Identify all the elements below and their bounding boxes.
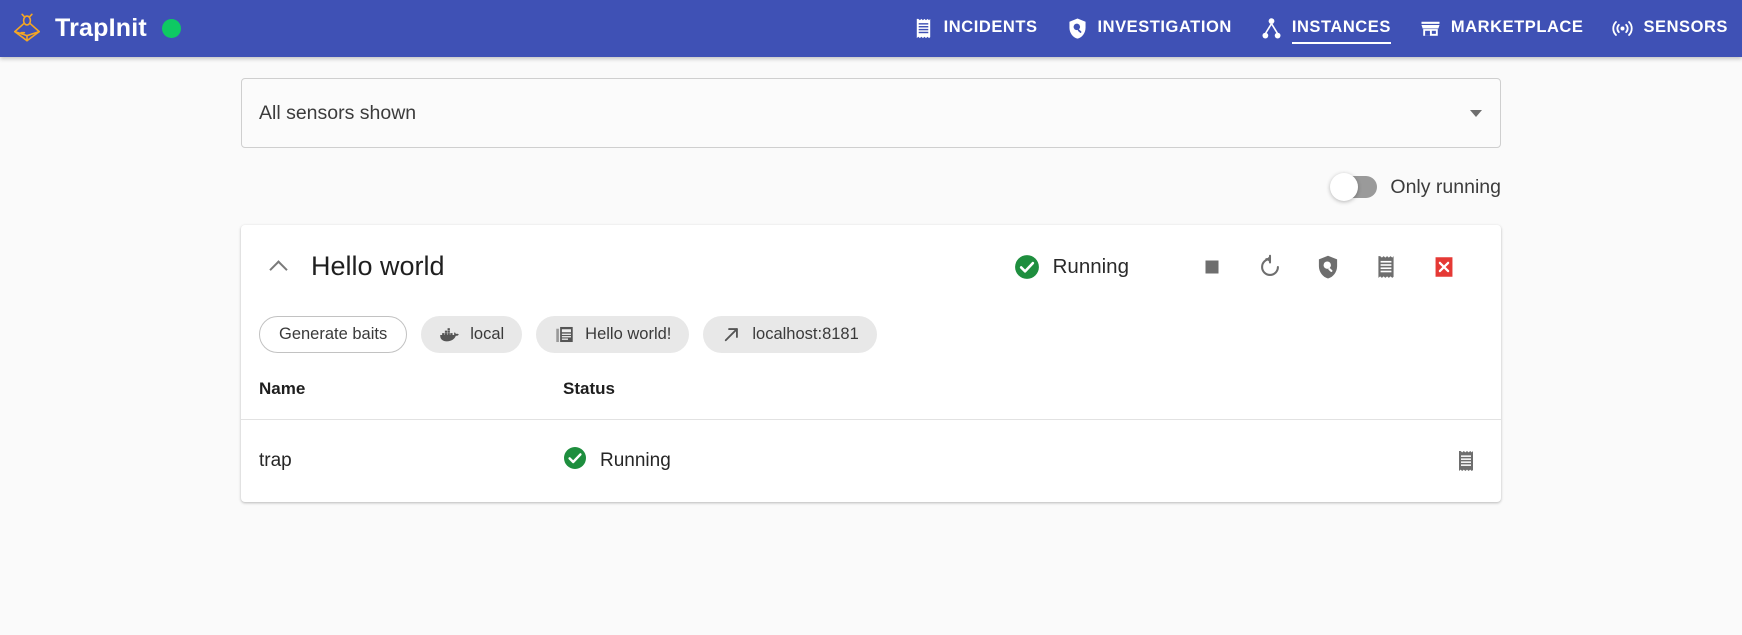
article-icon	[556, 326, 573, 343]
chip-label: Generate baits	[279, 325, 388, 343]
generate-baits-chip[interactable]: Generate baits	[259, 316, 408, 353]
endpoint-chip[interactable]: localhost:8181	[703, 316, 877, 353]
instance-card: Hello world Running Generate baits local…	[241, 225, 1501, 502]
stop-button[interactable]	[1199, 254, 1225, 280]
instance-chips: Generate baits local Hello world! localh…	[241, 304, 1501, 357]
account-tree-icon	[1260, 17, 1283, 40]
service-logs-button[interactable]	[1453, 448, 1479, 474]
nav-item-label: INVESTIGATION	[1097, 18, 1232, 36]
sensor-filter-select[interactable]: All sensors shown	[241, 78, 1501, 148]
column-header-name: Name	[241, 379, 563, 420]
cell-service-name: trap	[259, 450, 292, 471]
chevron-down-icon	[1470, 109, 1482, 117]
shield-search-icon	[1318, 255, 1338, 278]
restart-button[interactable]	[1257, 254, 1283, 280]
only-running-label: Only running	[1390, 175, 1501, 198]
nav-item-label: MARKETPLACE	[1450, 18, 1584, 36]
restart-icon	[1261, 254, 1279, 276]
table-header-row: Name Status	[241, 379, 1501, 420]
only-running-toggle[interactable]	[1330, 173, 1378, 201]
instance-status-badge: Running	[1014, 254, 1129, 280]
chevron-up-icon	[268, 259, 288, 279]
delete-icon	[1435, 256, 1453, 277]
instance-actions	[1199, 254, 1479, 280]
sensor-filter-value: All sensors shown	[259, 101, 417, 124]
instance-status-text: Running	[1052, 254, 1129, 278]
service-status-text: Running	[600, 450, 671, 471]
check-circle-icon	[563, 446, 587, 476]
delete-button[interactable]	[1431, 254, 1457, 280]
nav-item-sensors[interactable]: SENSORS	[1597, 0, 1742, 57]
stop-square-icon	[1205, 260, 1219, 273]
instance-header-right: Running	[1014, 254, 1479, 280]
brand[interactable]: TrapInit	[10, 12, 181, 46]
chip-label: localhost:8181	[752, 325, 859, 343]
nav-item-incidents[interactable]: INCIDENTS	[898, 0, 1052, 57]
page-body: All sensors shown Only running Hello wor…	[0, 57, 1742, 635]
logs-button[interactable]	[1373, 254, 1399, 280]
shield-search-icon	[1066, 17, 1089, 40]
receipt-icon	[912, 17, 935, 40]
column-header-status: Status	[563, 379, 1421, 420]
only-running-row: Only running	[241, 163, 1501, 211]
docker-whale-icon	[440, 328, 460, 342]
docker-context-chip[interactable]: local	[421, 316, 523, 353]
external-link-icon	[725, 328, 739, 342]
nav-item-investigation[interactable]: INVESTIGATION	[1052, 0, 1246, 57]
collapse-instance-button[interactable]	[263, 252, 293, 282]
table-row[interactable]: trap Running	[241, 420, 1501, 503]
chip-label: local	[470, 325, 505, 343]
storefront-icon	[1419, 17, 1442, 40]
app-header: TrapInit INCIDENTS INVESTIGATION INSTANC…	[0, 0, 1742, 57]
nav-item-marketplace[interactable]: MARKETPLACE	[1405, 0, 1598, 57]
nav-item-label: INSTANCES	[1291, 18, 1391, 44]
toggle-knob	[1330, 173, 1359, 201]
nav-item-instances[interactable]: INSTANCES	[1246, 0, 1405, 57]
cell-service-status: Running	[563, 420, 1421, 503]
receipt-icon	[1378, 255, 1394, 278]
instance-services-table: Name Status trap Running	[241, 379, 1501, 502]
nav-item-label: INCIDENTS	[943, 18, 1038, 36]
chip-label: Hello world!	[585, 325, 672, 343]
main-nav: INCIDENTS INVESTIGATION INSTANCES MARKET…	[898, 0, 1742, 57]
receipt-icon	[1459, 451, 1473, 471]
brand-name: TrapInit	[55, 14, 147, 42]
cell-service-actions	[1421, 420, 1501, 503]
description-chip[interactable]: Hello world!	[536, 316, 690, 353]
investigation-button[interactable]	[1315, 254, 1341, 280]
column-header-actions	[1421, 379, 1501, 420]
check-circle-icon	[1014, 254, 1040, 280]
online-status-dot	[161, 19, 181, 38]
content-container: All sensors shown Only running Hello wor…	[241, 57, 1501, 502]
sensors-icon	[1611, 17, 1634, 40]
bug-trap-logo-icon	[10, 12, 44, 46]
instance-card-header: Hello world Running	[241, 225, 1501, 304]
instance-title: Hello world	[311, 251, 445, 281]
nav-item-label: SENSORS	[1643, 18, 1728, 36]
